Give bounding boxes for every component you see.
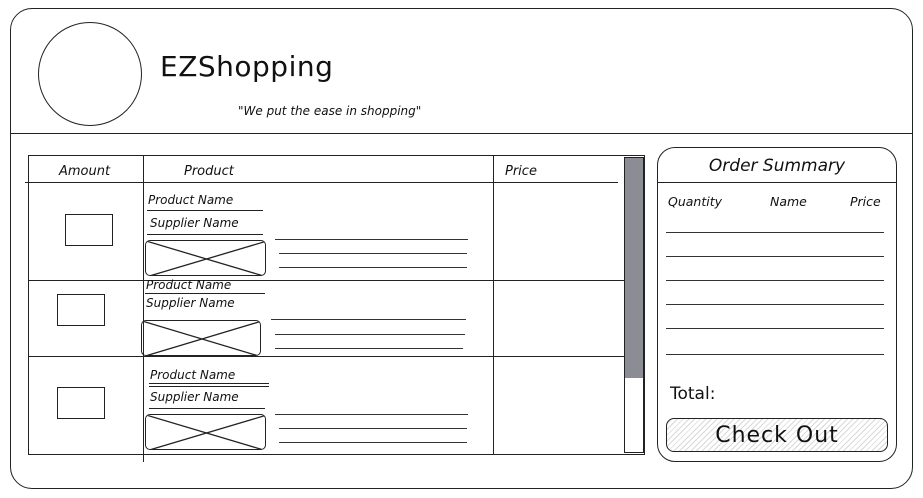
description-line <box>275 414 468 415</box>
underline <box>145 293 265 294</box>
product-name: Product Name <box>150 368 236 382</box>
summary-line <box>666 354 884 355</box>
column-divider <box>143 156 144 462</box>
column-header-amount: Amount <box>59 164 111 179</box>
order-summary-title: Order Summary <box>708 156 846 176</box>
tagline: "We put the ease in shopping" <box>238 104 422 118</box>
header-divider <box>10 133 913 134</box>
summary-header-name: Name <box>770 194 807 209</box>
underline <box>147 234 263 235</box>
description-line <box>279 253 467 254</box>
cart-table: Amount Product Price Product Name Suppli… <box>25 155 645 462</box>
product-name: Product Name <box>146 278 232 292</box>
summary-line <box>666 328 884 329</box>
logo-placeholder-icon <box>38 22 142 126</box>
description-line <box>275 239 468 240</box>
summary-line <box>666 280 884 281</box>
app-title: EZShopping <box>160 50 334 83</box>
row-divider <box>29 356 625 357</box>
cart-scrollbar[interactable] <box>624 157 644 453</box>
description-line <box>279 442 467 443</box>
amount-input[interactable] <box>57 294 105 326</box>
amount-input[interactable] <box>65 214 113 246</box>
underline <box>149 386 269 387</box>
description-line <box>275 348 463 349</box>
image-placeholder-icon <box>145 240 266 276</box>
summary-divider <box>658 182 896 183</box>
image-placeholder-icon <box>145 414 266 450</box>
total-label: Total: <box>670 384 716 404</box>
column-divider <box>493 156 494 454</box>
supplier-name: Supplier Name <box>150 216 239 230</box>
amount-input[interactable] <box>57 387 105 419</box>
description-line <box>271 319 466 320</box>
summary-header-quantity: Quantity <box>668 194 723 209</box>
underline <box>149 383 269 384</box>
image-placeholder-icon <box>141 320 261 356</box>
underline <box>147 210 263 211</box>
description-line <box>279 267 467 268</box>
product-name: Product Name <box>148 193 234 207</box>
description-line <box>275 334 465 335</box>
supplier-name: Supplier Name <box>146 296 235 310</box>
column-header-price: Price <box>505 164 537 179</box>
scrollbar-thumb[interactable] <box>625 158 643 378</box>
underline <box>149 408 265 409</box>
summary-header-price: Price <box>850 194 881 209</box>
description-line <box>279 428 467 429</box>
header-row-divider <box>25 182 618 183</box>
row-divider <box>29 280 625 281</box>
supplier-name: Supplier Name <box>150 390 239 404</box>
order-summary-panel: Order Summary Quantity Name Price Total:… <box>657 147 897 462</box>
summary-line <box>666 256 884 257</box>
summary-line <box>666 232 884 233</box>
summary-line <box>666 304 884 305</box>
column-header-product: Product <box>184 164 234 179</box>
checkout-button[interactable]: Check Out <box>666 418 888 452</box>
